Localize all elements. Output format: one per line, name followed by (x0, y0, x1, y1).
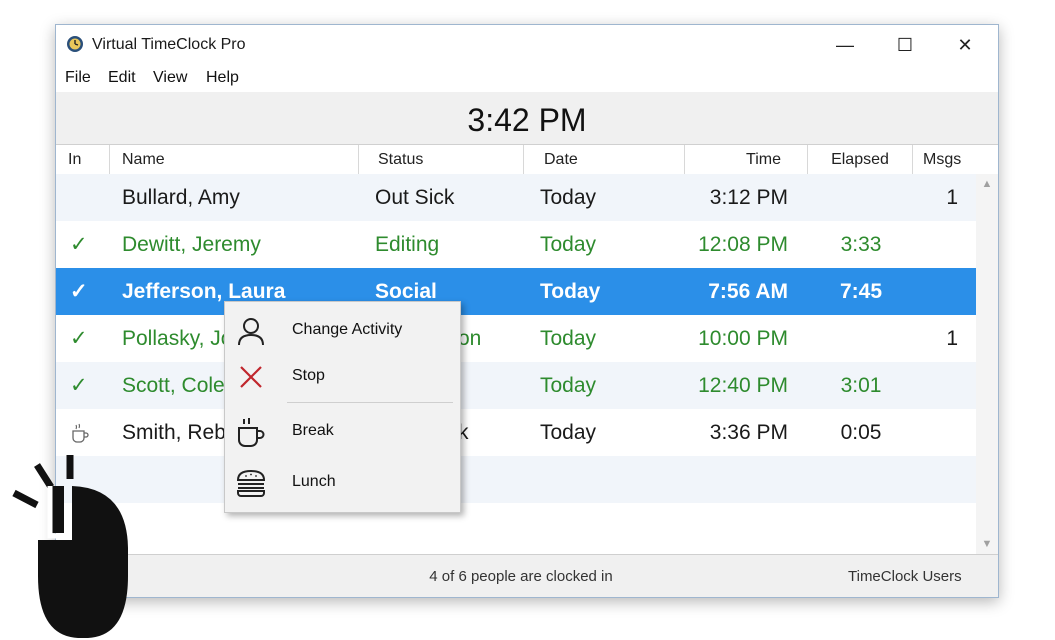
checkmark-icon: ✓ (70, 233, 88, 256)
table-row[interactable]: ✓ Dewitt, Jeremy Editing Today 12:08 PM … (56, 221, 976, 268)
status-bar: 4 of 6 people are clocked in TimeClock U… (56, 554, 998, 597)
menu-item-lunch[interactable]: Lunch (225, 461, 460, 505)
employee-status: Out Sick (375, 186, 455, 209)
clocked-in-summary: 4 of 6 people are clocked in (429, 568, 613, 585)
employee-elapsed: 0:05 (840, 421, 882, 444)
clock-app-icon (67, 36, 83, 52)
menu-item-stop[interactable]: Stop (225, 355, 460, 399)
table-row-selected[interactable]: ✓ Jefferson, Laura Social Today 7:56 AM … (56, 268, 976, 315)
menu-item-change-activity[interactable]: Change Activity (225, 309, 460, 353)
menu-item-label: Stop (292, 367, 325, 384)
employee-msgs: 1 (946, 186, 958, 209)
title-bar: Virtual TimeClock Pro — ☐ ✕ (56, 25, 998, 65)
empty-row (56, 456, 976, 503)
app-window: Virtual TimeClock Pro — ☐ ✕ File Edit Vi… (55, 24, 999, 598)
employee-name: Smith, Reb (122, 421, 226, 444)
column-name[interactable]: Name (110, 145, 359, 174)
current-time: 3:42 PM (467, 102, 587, 138)
column-date[interactable]: Date (524, 145, 685, 174)
clock-bar: 3:42 PM (56, 92, 998, 144)
employee-msgs: 1 (946, 327, 958, 350)
maximize-button[interactable]: ☐ (874, 25, 936, 65)
employee-name: Pollasky, Jo (122, 327, 233, 350)
menu-file[interactable]: File (65, 69, 91, 87)
checkmark-icon: ✓ (70, 280, 88, 303)
column-header: In Name Status Date Time Elapsed Msgs (56, 144, 998, 175)
employee-time: 12:40 PM (698, 374, 788, 397)
coffee-cup-icon (238, 418, 265, 447)
context-menu: Change Activity Stop Break Lunch (224, 301, 461, 513)
person-icon (238, 318, 264, 346)
employee-date: Today (540, 421, 597, 444)
employee-date: Today (540, 327, 597, 350)
menu-bar: File Edit View Help (56, 65, 998, 92)
employee-time: 12:08 PM (698, 233, 788, 256)
table-row[interactable]: ✓ Pollasky, Jo on Today 10:00 PM 1 (56, 315, 976, 362)
column-status[interactable]: Status (359, 145, 524, 174)
column-elapsed[interactable]: Elapsed (808, 145, 913, 174)
close-button[interactable]: ✕ (934, 25, 996, 65)
column-in[interactable]: In (56, 145, 110, 174)
employee-time: 7:56 AM (708, 280, 788, 303)
menu-help[interactable]: Help (206, 69, 239, 87)
employee-date: Today (540, 280, 601, 303)
employee-date: Today (540, 186, 597, 209)
scroll-up-icon[interactable]: ▲ (976, 174, 998, 194)
menu-edit[interactable]: Edit (108, 69, 136, 87)
status-user-group[interactable]: TimeClock Users (848, 568, 962, 585)
employee-time: 10:00 PM (698, 327, 788, 350)
employee-name: Scott, Cole (122, 374, 225, 397)
scroll-down-icon[interactable]: ▼ (976, 534, 998, 554)
table-row[interactable]: Smith, Reb k Today 3:36 PM 0:05 (56, 409, 976, 456)
burger-icon (236, 469, 266, 497)
column-time[interactable]: Time (685, 145, 808, 174)
employee-date: Today (540, 233, 597, 256)
column-msgs[interactable]: Msgs (913, 145, 998, 174)
employee-elapsed: 3:01 (840, 374, 882, 397)
menu-item-break[interactable]: Break (225, 410, 460, 454)
menu-separator (287, 402, 453, 403)
menu-view[interactable]: View (153, 69, 187, 87)
employee-time: 3:36 PM (709, 421, 788, 444)
right-click-mouse-icon (12, 455, 128, 638)
menu-item-label: Lunch (292, 473, 336, 490)
employee-date: Today (540, 374, 597, 397)
employee-name: Dewitt, Jeremy (122, 233, 261, 256)
checkmark-icon: ✓ (70, 327, 88, 350)
window-title: Virtual TimeClock Pro (92, 36, 246, 53)
table-row[interactable]: ✓ Scott, Cole Today 12:40 PM 3:01 (56, 362, 976, 409)
employee-name: Bullard, Amy (122, 186, 240, 209)
employee-elapsed: 3:33 (840, 233, 882, 256)
employee-status: Editing (375, 233, 440, 256)
coffee-icon (70, 409, 100, 456)
employee-time: 3:12 PM (709, 186, 788, 209)
table-row[interactable]: Bullard, Amy Out Sick Today 3:12 PM 1 (56, 174, 976, 221)
menu-item-label: Break (292, 422, 334, 439)
menu-item-label: Change Activity (292, 321, 403, 338)
minimize-button[interactable]: — (814, 25, 876, 65)
employee-status: on (458, 327, 482, 350)
checkmark-icon: ✓ (70, 374, 88, 397)
vertical-scrollbar[interactable]: ▲ ▼ (976, 174, 998, 554)
red-x-icon (240, 366, 262, 388)
employee-elapsed: 7:45 (839, 280, 883, 303)
